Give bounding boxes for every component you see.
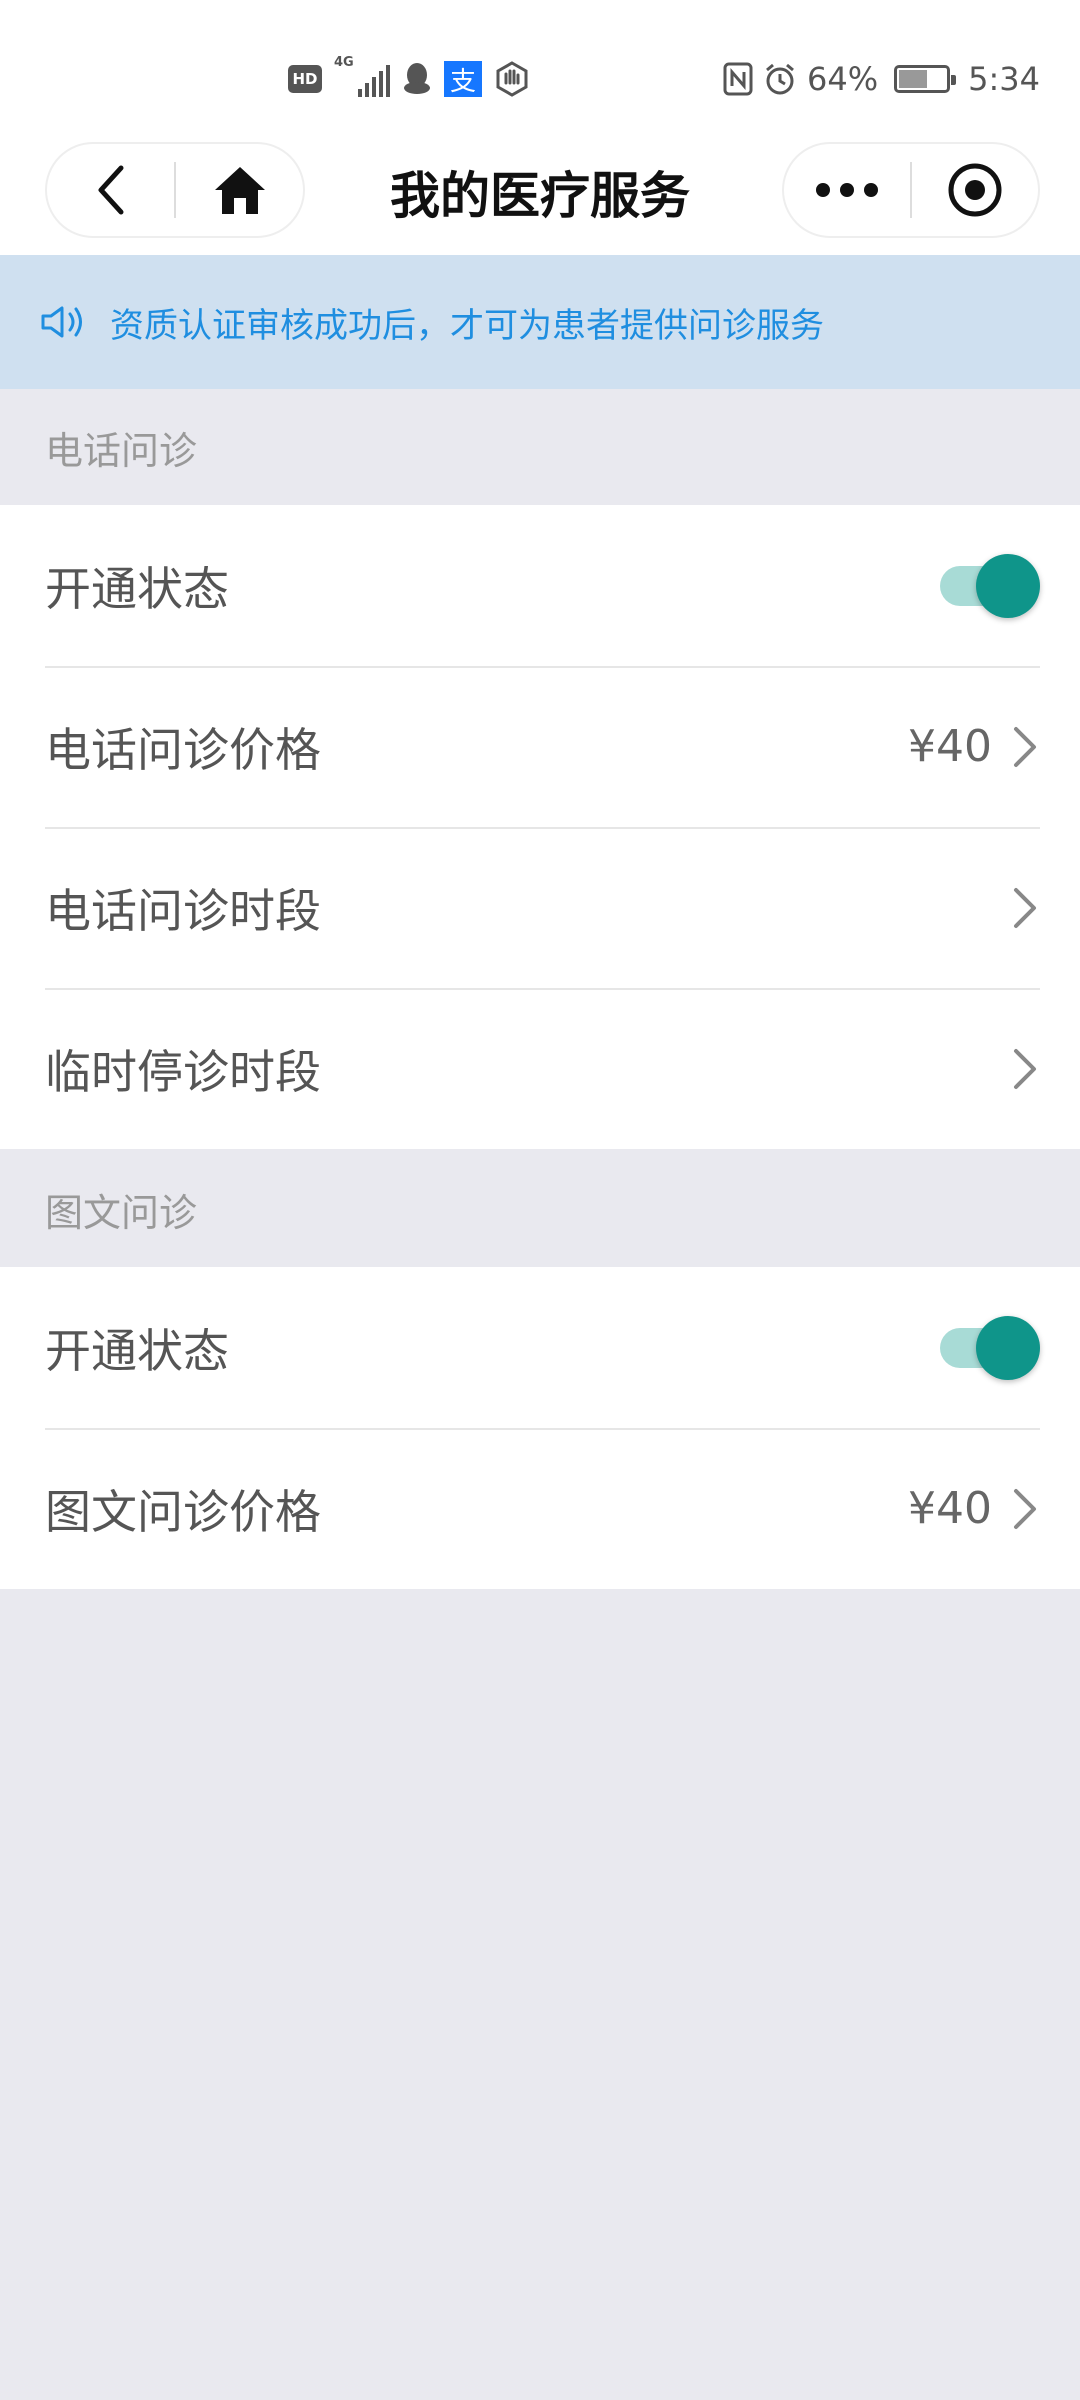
section-header-phone: 电话问诊 bbox=[45, 428, 198, 473]
row-label: 开通状态 bbox=[45, 1323, 229, 1378]
alipay-icon: 支 bbox=[444, 61, 482, 97]
row-label: 图文问诊价格 bbox=[45, 1484, 321, 1539]
target-icon bbox=[948, 163, 1002, 217]
nav-bar: 我的医疗服务 bbox=[0, 130, 1080, 255]
temporary-pause-row[interactable]: 临时停诊时段 bbox=[0, 988, 1080, 1149]
row-label: 开通状态 bbox=[45, 561, 229, 616]
text-consult-group: 开通状态 图文问诊价格 ¥40 bbox=[0, 1267, 1080, 1589]
text-price-value: ¥40 bbox=[908, 1483, 992, 1534]
battery-percent: 64% bbox=[807, 60, 879, 98]
alarm-icon bbox=[766, 63, 794, 95]
close-miniprogram-button[interactable] bbox=[912, 144, 1038, 236]
phone-price-row[interactable]: 电话问诊价格 ¥40 bbox=[0, 666, 1080, 827]
qq-icon bbox=[404, 63, 430, 94]
chevron-right-icon bbox=[1014, 1488, 1036, 1529]
status-icons-left: HD 4G 支 bbox=[288, 55, 530, 102]
speaker-icon bbox=[41, 306, 82, 338]
text-price-row[interactable]: 图文问诊价格 ¥40 bbox=[0, 1428, 1080, 1589]
nfc-icon bbox=[723, 62, 753, 96]
toggle-knob bbox=[976, 553, 1040, 618]
phone-consult-group: 开通状态 电话问诊价格 ¥40 电话问诊时段 临时停诊时段 bbox=[0, 505, 1080, 1149]
phone-schedule-row[interactable]: 电话问诊时段 bbox=[0, 827, 1080, 988]
status-bar: HD 4G 支 64% 5:34 bbox=[0, 0, 1080, 130]
toggle-knob bbox=[976, 1315, 1040, 1380]
signal-icon: 4G bbox=[334, 55, 390, 97]
hd-icon: HD bbox=[288, 65, 322, 93]
section-header-text: 图文问诊 bbox=[45, 1190, 198, 1235]
chevron-right-icon bbox=[1014, 1048, 1036, 1089]
alipay-glyph: 支 bbox=[449, 66, 476, 97]
hand-icon bbox=[496, 61, 528, 97]
status-time: 5:34 bbox=[968, 60, 1040, 98]
phone-status-toggle[interactable] bbox=[940, 553, 1040, 618]
row-right bbox=[1010, 886, 1040, 930]
nav-capsule-right bbox=[782, 142, 1040, 238]
row-label: 电话问诊时段 bbox=[45, 883, 321, 938]
row-right: ¥40 bbox=[908, 1483, 1040, 1534]
text-status-toggle[interactable] bbox=[940, 1315, 1040, 1380]
status-icons-right: 64% 5:34 bbox=[723, 56, 1040, 102]
more-icon bbox=[816, 183, 878, 197]
row-label: 电话问诊价格 bbox=[45, 722, 321, 777]
notice-text: 资质认证审核成功后，才可为患者提供问诊服务 bbox=[110, 305, 824, 346]
network-type-label: 4G bbox=[334, 55, 354, 70]
text-status-row: 开通状态 bbox=[0, 1267, 1080, 1428]
chevron-right-icon bbox=[1014, 726, 1036, 767]
battery-icon bbox=[894, 65, 957, 93]
chevron-right-icon bbox=[1014, 887, 1036, 928]
row-right bbox=[1010, 1047, 1040, 1091]
phone-price-value: ¥40 bbox=[908, 721, 992, 772]
row-label: 临时停诊时段 bbox=[45, 1044, 321, 1099]
phone-status-row: 开通状态 bbox=[0, 505, 1080, 666]
more-button[interactable] bbox=[784, 144, 910, 236]
notice-banner: 资质认证审核成功后，才可为患者提供问诊服务 bbox=[0, 255, 1080, 389]
hd-label: HD bbox=[292, 70, 318, 88]
row-right: ¥40 bbox=[908, 721, 1040, 772]
